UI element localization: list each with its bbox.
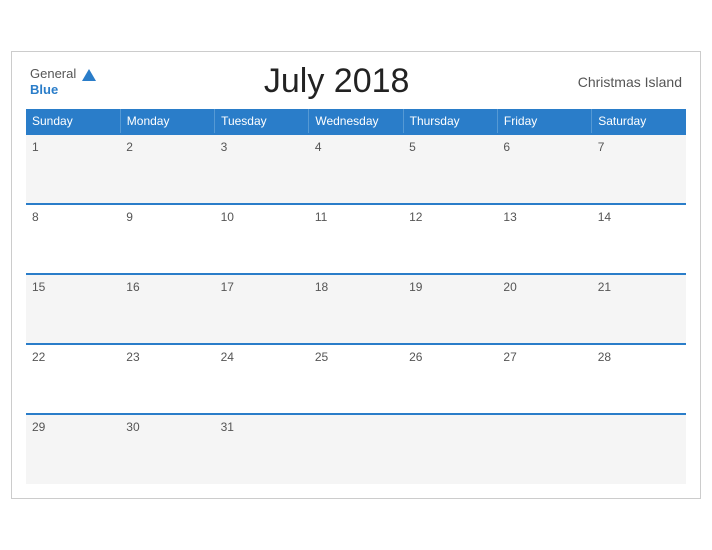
- day-number: 13: [503, 210, 516, 224]
- day-number: 6: [503, 140, 510, 154]
- day-number: 17: [221, 280, 234, 294]
- day-number: 7: [598, 140, 605, 154]
- calendar-day-cell: 18: [309, 274, 403, 344]
- calendar-header: General Blue July 2018 Christmas Island: [26, 62, 686, 101]
- calendar-day-cell: 13: [497, 204, 591, 274]
- calendar-day-cell: 5: [403, 134, 497, 204]
- day-number: 23: [126, 350, 139, 364]
- day-number: 25: [315, 350, 328, 364]
- calendar-day-cell: 6: [497, 134, 591, 204]
- calendar-day-cell: 30: [120, 414, 214, 484]
- calendar-week-row: 22 23 24 25 26 27 28: [26, 344, 686, 414]
- weekday-header-tuesday: Tuesday: [215, 109, 309, 134]
- day-number: 31: [221, 420, 234, 434]
- calendar-week-row: 29 30 31: [26, 414, 686, 484]
- calendar-day-cell: 11: [309, 204, 403, 274]
- day-number: 5: [409, 140, 416, 154]
- day-number: 15: [32, 280, 45, 294]
- calendar-day-cell: 21: [592, 274, 686, 344]
- day-number: 16: [126, 280, 139, 294]
- day-number: 3: [221, 140, 228, 154]
- calendar-day-cell: 26: [403, 344, 497, 414]
- weekday-header-saturday: Saturday: [592, 109, 686, 134]
- calendar-day-cell: 22: [26, 344, 120, 414]
- calendar-day-cell: 7: [592, 134, 686, 204]
- weekday-header-thursday: Thursday: [403, 109, 497, 134]
- day-number: 30: [126, 420, 139, 434]
- calendar-container: General Blue July 2018 Christmas Island …: [11, 51, 701, 499]
- calendar-day-cell: 12: [403, 204, 497, 274]
- calendar-day-cell: [403, 414, 497, 484]
- calendar-day-cell: 14: [592, 204, 686, 274]
- day-number: 11: [315, 210, 327, 224]
- calendar-title: July 2018: [96, 62, 578, 101]
- weekday-header-monday: Monday: [120, 109, 214, 134]
- calendar-body: 1234567891011121314151617181920212223242…: [26, 134, 686, 484]
- logo-general-text: General: [30, 66, 76, 81]
- day-number: 8: [32, 210, 39, 224]
- day-number: 29: [32, 420, 45, 434]
- calendar-day-cell: 19: [403, 274, 497, 344]
- calendar-day-cell: 20: [497, 274, 591, 344]
- day-number: 2: [126, 140, 133, 154]
- calendar-day-cell: 3: [215, 134, 309, 204]
- calendar-day-cell: 1: [26, 134, 120, 204]
- calendar-day-cell: 10: [215, 204, 309, 274]
- day-number: 21: [598, 280, 611, 294]
- day-number: 12: [409, 210, 422, 224]
- calendar-day-cell: 31: [215, 414, 309, 484]
- day-number: 20: [503, 280, 516, 294]
- weekday-header-wednesday: Wednesday: [309, 109, 403, 134]
- day-number: 10: [221, 210, 234, 224]
- calendar-day-cell: 23: [120, 344, 214, 414]
- calendar-day-cell: [497, 414, 591, 484]
- calendar-day-cell: 25: [309, 344, 403, 414]
- calendar-week-row: 8 9 10 11 12 13 14: [26, 204, 686, 274]
- calendar-weekday-header: SundayMondayTuesdayWednesdayThursdayFrid…: [26, 109, 686, 134]
- calendar-day-cell: 9: [120, 204, 214, 274]
- calendar-day-cell: 16: [120, 274, 214, 344]
- day-number: 22: [32, 350, 45, 364]
- weekday-row: SundayMondayTuesdayWednesdayThursdayFrid…: [26, 109, 686, 134]
- calendar-day-cell: 27: [497, 344, 591, 414]
- day-number: 26: [409, 350, 422, 364]
- day-number: 4: [315, 140, 322, 154]
- day-number: 18: [315, 280, 328, 294]
- logo-triangle-icon: [82, 69, 96, 81]
- weekday-header-friday: Friday: [497, 109, 591, 134]
- day-number: 28: [598, 350, 611, 364]
- calendar-day-cell: 24: [215, 344, 309, 414]
- weekday-header-sunday: Sunday: [26, 109, 120, 134]
- day-number: 1: [32, 140, 39, 154]
- day-number: 24: [221, 350, 234, 364]
- day-number: 14: [598, 210, 611, 224]
- logo-blue-text: Blue: [30, 82, 58, 98]
- region-label: Christmas Island: [578, 74, 682, 90]
- logo-general-row: General: [30, 66, 96, 82]
- calendar-day-cell: 29: [26, 414, 120, 484]
- calendar-day-cell: 2: [120, 134, 214, 204]
- calendar-day-cell: 8: [26, 204, 120, 274]
- calendar-day-cell: [592, 414, 686, 484]
- calendar-day-cell: 15: [26, 274, 120, 344]
- calendar-day-cell: [309, 414, 403, 484]
- calendar-week-row: 15 16 17 18 19 20 21: [26, 274, 686, 344]
- day-number: 9: [126, 210, 133, 224]
- calendar-week-row: 1 2 3 4 5 6 7: [26, 134, 686, 204]
- calendar-day-cell: 28: [592, 344, 686, 414]
- day-number: 27: [503, 350, 516, 364]
- calendar-day-cell: 17: [215, 274, 309, 344]
- day-number: 19: [409, 280, 422, 294]
- logo-area: General Blue: [30, 66, 96, 97]
- calendar-grid: SundayMondayTuesdayWednesdayThursdayFrid…: [26, 109, 686, 484]
- calendar-day-cell: 4: [309, 134, 403, 204]
